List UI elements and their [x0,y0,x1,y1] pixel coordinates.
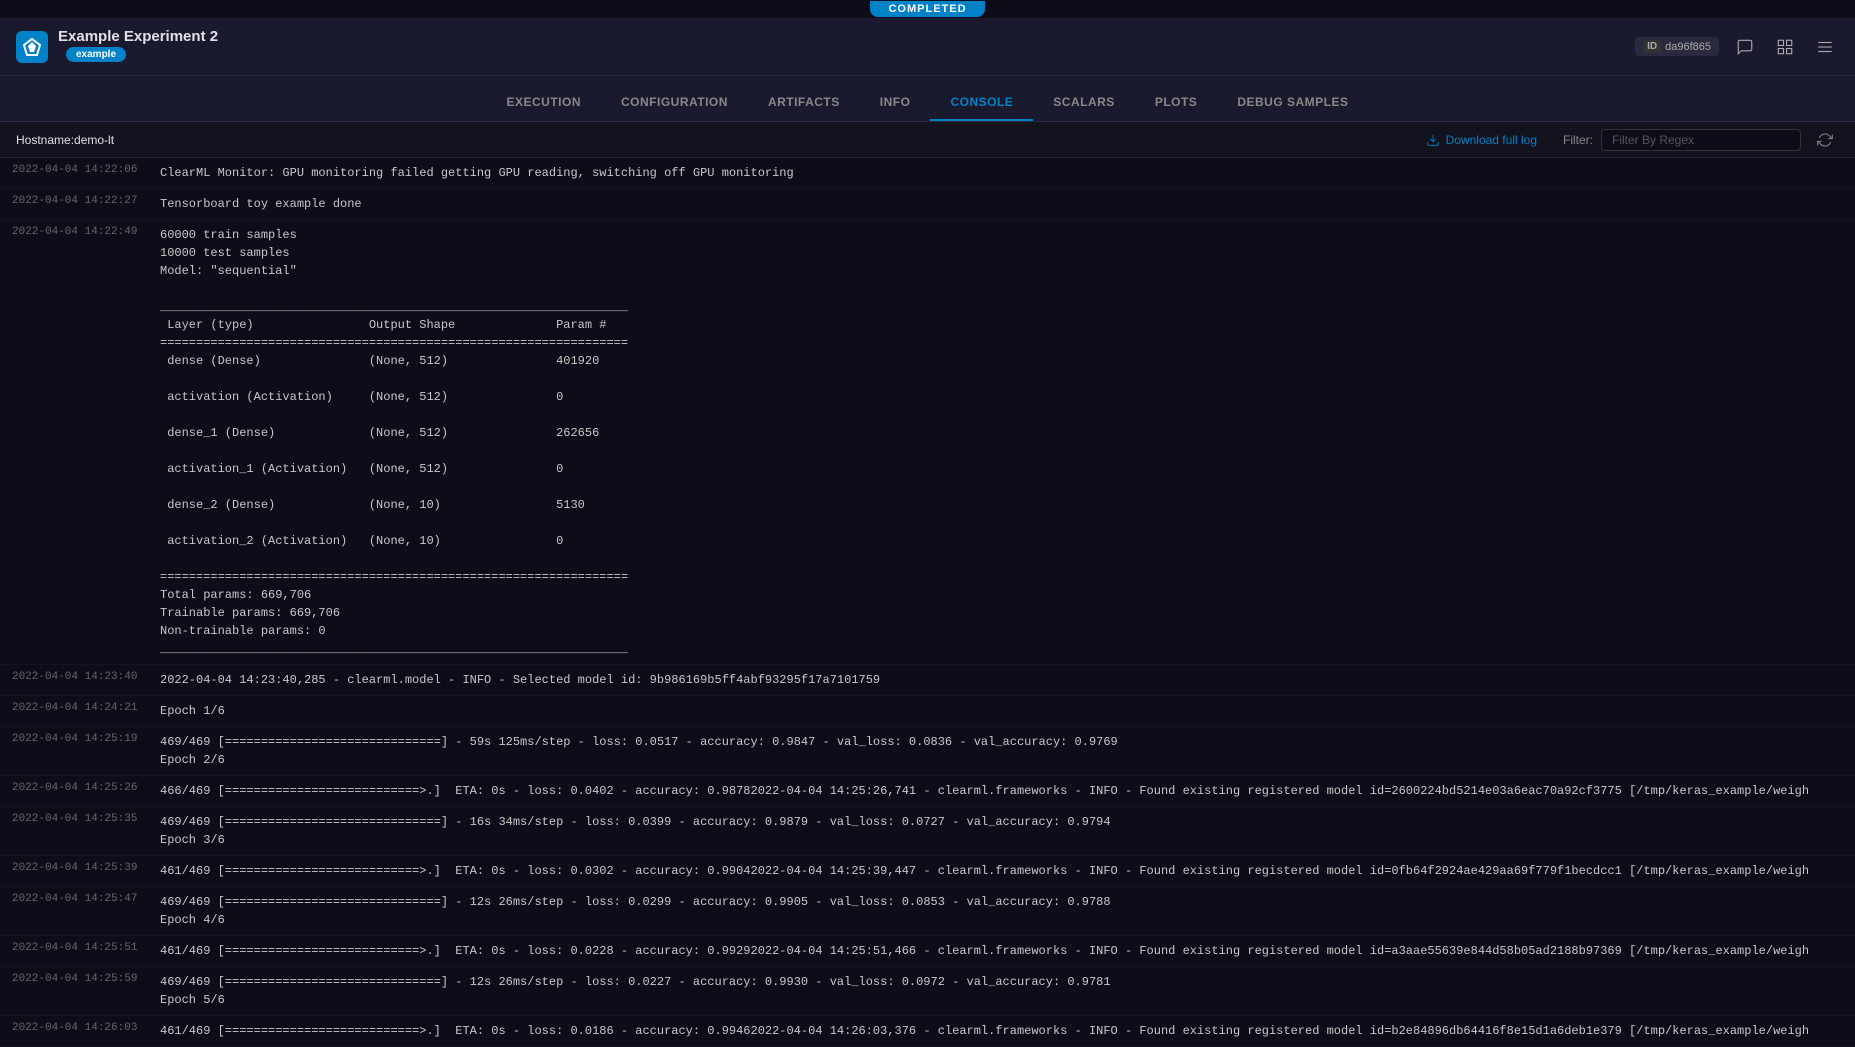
status-badge: COMPLETED [870,1,984,17]
log-timestamp: 2022-04-04 14:25:26 [0,776,160,800]
download-label: Download full log [1446,133,1537,147]
messages-icon[interactable] [1731,33,1759,61]
log-row: 2022-04-04 14:22:4960000 train samples 1… [0,220,1855,665]
log-row: 2022-04-04 14:25:26466/469 [============… [0,776,1855,807]
log-timestamp: 2022-04-04 14:24:21 [0,696,160,720]
tab-console[interactable]: CONSOLE [930,85,1033,121]
log-timestamp: 2022-04-04 14:25:47 [0,887,160,911]
nav-tabs: EXECUTION CONFIGURATION ARTIFACTS INFO C… [0,76,1855,122]
tab-artifacts[interactable]: ARTIFACTS [748,85,860,121]
log-message: 469/469 [==============================]… [160,727,1855,775]
log-row: 2022-04-04 14:25:19469/469 [============… [0,727,1855,776]
tab-execution[interactable]: EXECUTION [486,85,601,121]
header-icons: ID da96f865 [1635,33,1839,61]
log-message: ClearML Monitor: GPU monitoring failed g… [160,158,1855,188]
log-row: 2022-04-04 14:26:03461/469 [============… [0,1016,1855,1047]
experiment-id: ID da96f865 [1635,37,1719,56]
filter-input[interactable] [1601,129,1801,151]
tab-plots[interactable]: PLOTS [1135,85,1218,121]
log-timestamp: 2022-04-04 14:22:49 [0,220,160,244]
console-content: 2022-04-04 14:22:06ClearML Monitor: GPU … [0,158,1855,1047]
log-timestamp: 2022-04-04 14:22:06 [0,158,160,182]
log-message: 469/469 [==============================]… [160,887,1855,935]
log-message: Epoch 1/6 [160,696,1855,726]
log-timestamp: 2022-04-04 14:26:03 [0,1016,160,1040]
sub-header: Hostname:demo-lt Download full log Filte… [0,122,1855,158]
experiment-tag[interactable]: example [66,47,126,62]
layout-icon[interactable] [1771,33,1799,61]
log-timestamp: 2022-04-04 14:25:39 [0,856,160,880]
log-message: 60000 train samples 10000 test samples M… [160,220,1855,664]
log-message: 2022-04-04 14:23:40,285 - clearml.model … [160,665,1855,695]
log-message: 466/469 [===========================>.] … [160,776,1855,806]
tab-info[interactable]: INFO [860,85,931,121]
experiment-title: Example Experiment 2 [58,28,218,45]
tab-configuration[interactable]: CONFIGURATION [601,85,748,121]
log-timestamp: 2022-04-04 14:25:19 [0,727,160,751]
log-row: 2022-04-04 14:23:402022-04-04 14:23:40,2… [0,665,1855,696]
log-timestamp: 2022-04-04 14:25:35 [0,807,160,831]
log-timestamp: 2022-04-04 14:22:27 [0,189,160,213]
header: Example Experiment 2 example ID da96f865 [0,18,1855,76]
tab-scalars[interactable]: SCALARS [1033,85,1135,121]
id-label: ID [1643,40,1661,53]
log-row: 2022-04-04 14:22:27Tensorboard toy examp… [0,189,1855,220]
log-message: Tensorboard toy example done [160,189,1855,219]
app-logo [16,31,48,63]
log-message: 461/469 [===========================>.] … [160,856,1855,886]
log-timestamp: 2022-04-04 14:25:51 [0,936,160,960]
menu-icon[interactable] [1811,33,1839,61]
download-log-button[interactable]: Download full log [1416,129,1547,151]
log-message: 461/469 [===========================>.] … [160,1016,1855,1046]
log-timestamp: 2022-04-04 14:23:40 [0,665,160,689]
refresh-button[interactable] [1811,126,1839,154]
log-message: 469/469 [==============================]… [160,807,1855,855]
log-row: 2022-04-04 14:25:47469/469 [============… [0,887,1855,936]
hostname: Hostname:demo-lt [16,133,114,147]
id-value: da96f865 [1665,41,1711,53]
log-message: 461/469 [===========================>.] … [160,936,1855,966]
log-timestamp: 2022-04-04 14:25:59 [0,967,160,991]
log-row: 2022-04-04 14:22:06ClearML Monitor: GPU … [0,158,1855,189]
log-row: 2022-04-04 14:24:21Epoch 1/6 [0,696,1855,727]
tab-debug-samples[interactable]: DEBUG SAMPLES [1217,85,1368,121]
log-row: 2022-04-04 14:25:59469/469 [============… [0,967,1855,1016]
log-row: 2022-04-04 14:25:39461/469 [============… [0,856,1855,887]
log-message: 469/469 [==============================]… [160,967,1855,1015]
log-row: 2022-04-04 14:25:35469/469 [============… [0,807,1855,856]
filter-label: Filter: [1563,133,1593,147]
log-row: 2022-04-04 14:25:51461/469 [============… [0,936,1855,967]
status-bar: COMPLETED [0,0,1855,18]
